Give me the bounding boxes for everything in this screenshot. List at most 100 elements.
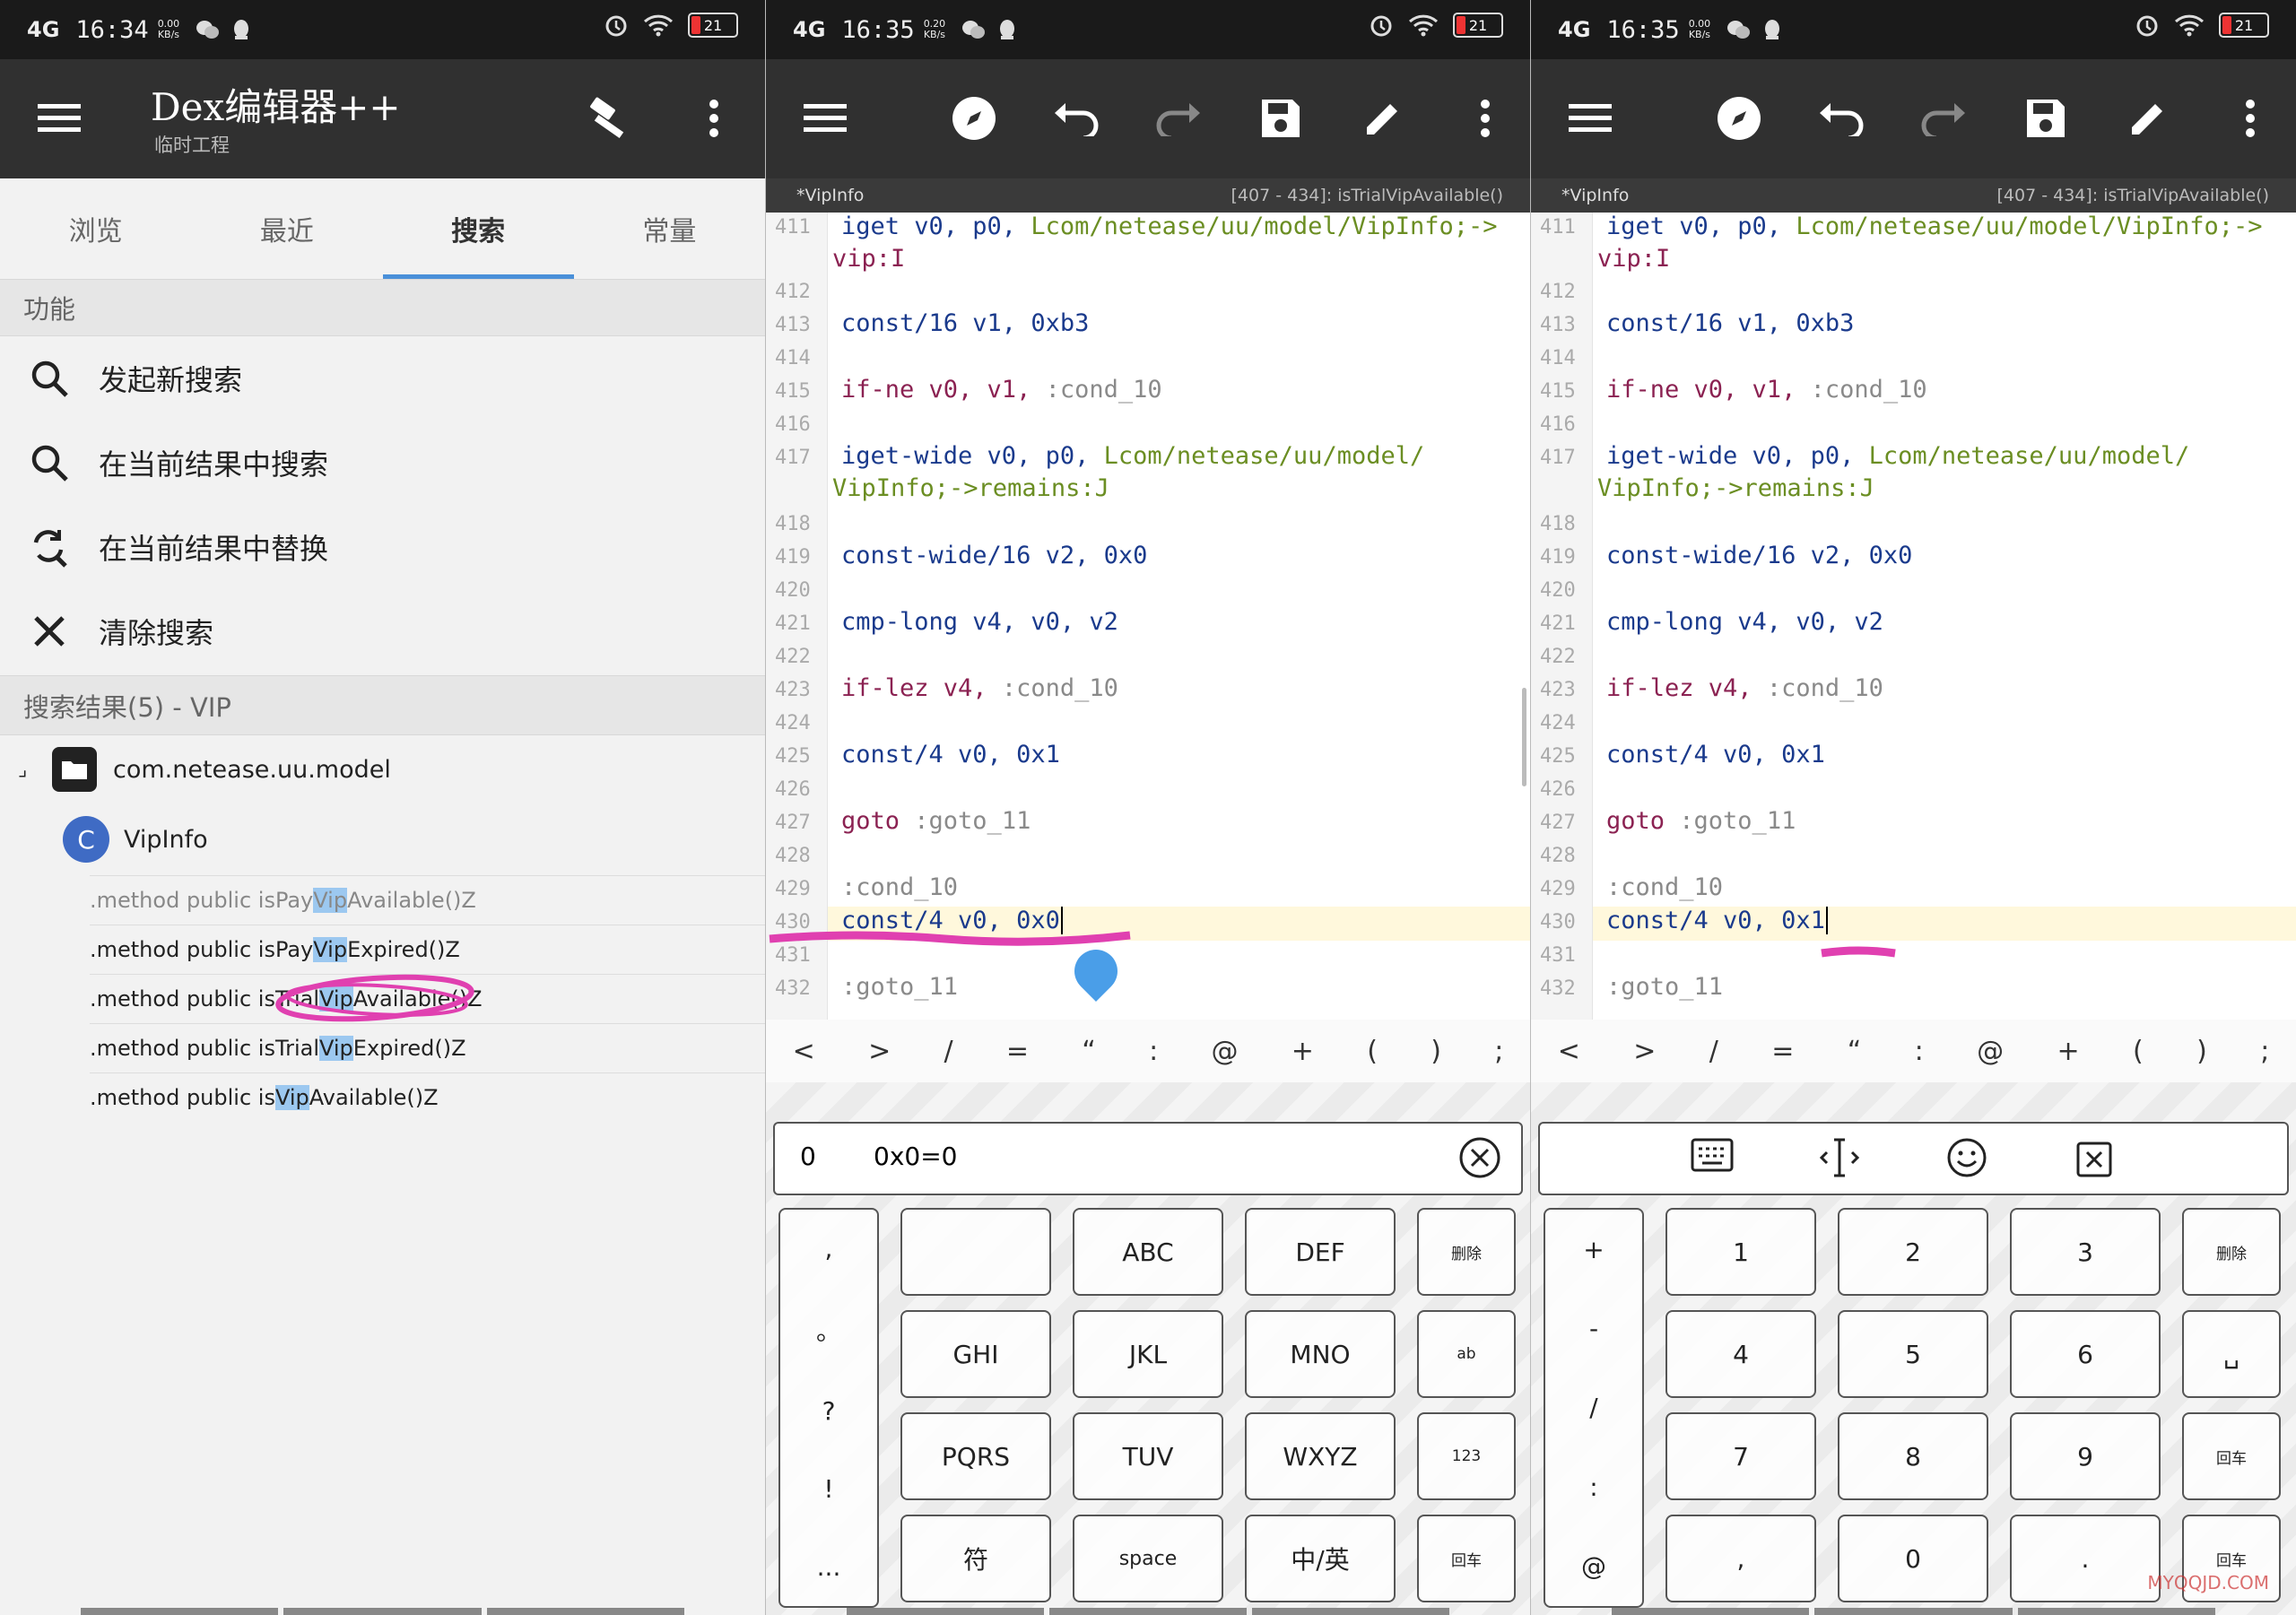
key-pqrs[interactable]: PQRS [900, 1412, 1051, 1500]
compass-icon[interactable] [1707, 86, 1771, 151]
symbol-key[interactable]: ( [1367, 1036, 1378, 1067]
search-in-results-item[interactable]: 在当前结果中搜索 [0, 421, 765, 505]
symbol-key[interactable]: > [868, 1036, 891, 1067]
key-2[interactable]: 2 [1838, 1208, 1988, 1296]
tab-browse[interactable]: 浏览 [0, 178, 191, 279]
edit-icon[interactable] [2116, 86, 2180, 151]
enter-key[interactable]: 回车 [1417, 1515, 1516, 1602]
symbol-key[interactable]: + [2057, 1036, 2080, 1067]
method-item[interactable]: .method public isPay Vip Expired()Z [90, 925, 765, 974]
key-6[interactable]: 6 [2010, 1310, 2161, 1398]
comma-key[interactable]: , [1665, 1515, 1816, 1602]
key-1[interactable] [900, 1208, 1051, 1296]
new-search-item[interactable]: 发起新搜索 [0, 336, 765, 421]
symbol-key[interactable]: ) [1431, 1036, 1441, 1067]
key-1[interactable]: 1 [1665, 1208, 1816, 1296]
symbol-key[interactable]: : [1915, 1036, 1924, 1067]
symbol-key[interactable]: > [1633, 1036, 1656, 1067]
symbol-key[interactable]: / [944, 1036, 952, 1067]
package-node[interactable]: ⌟ com.netease.uu.model [0, 735, 765, 803]
key-7[interactable]: 7 [1665, 1412, 1816, 1500]
delete-key[interactable]: 删除 [2182, 1208, 2281, 1296]
symbol-key[interactable]: ; [1494, 1036, 1503, 1067]
clear-search-item[interactable]: 清除搜索 [0, 589, 765, 673]
emoji-icon[interactable] [1945, 1136, 1988, 1179]
class-node[interactable]: C VipInfo [0, 803, 765, 875]
clear-candidate-icon[interactable] [1458, 1136, 1501, 1179]
symbol-key[interactable]: < [1558, 1036, 1580, 1067]
tab-recent[interactable]: 最近 [191, 178, 382, 279]
method-item[interactable]: .method public isPay Vip Available()Z [90, 875, 765, 925]
space-key[interactable]: space [1073, 1515, 1223, 1602]
code-editor[interactable]: 411 412 413 414 415 416 417 418 419 420 … [766, 213, 1530, 1020]
symbol-key[interactable]: = [1771, 1036, 1794, 1067]
symbol-key[interactable]: = [1006, 1036, 1029, 1067]
redo-icon[interactable] [1146, 86, 1211, 151]
method-item[interactable]: .method public is Vip Available()Z [90, 1072, 765, 1122]
key-mno[interactable]: MNO [1245, 1310, 1396, 1398]
key-3[interactable]: 3 [2010, 1208, 2161, 1296]
key-tuv[interactable]: TUV [1073, 1412, 1223, 1500]
symbol-key[interactable]: / [1709, 1036, 1718, 1067]
save-icon[interactable] [2013, 86, 2078, 151]
symbol-key[interactable]: ( [2133, 1036, 2144, 1067]
key-wxyz[interactable]: WXYZ [1245, 1412, 1396, 1500]
code-editor[interactable]: 411 412 413 414 415 416 417 418 419 420 … [1531, 213, 2296, 1020]
replace-icon [33, 530, 67, 568]
ab-key[interactable]: ab [1417, 1310, 1516, 1398]
more-icon[interactable] [682, 86, 746, 151]
enter-key[interactable]: 回车 [2182, 1412, 2281, 1500]
key-9[interactable]: 9 [2010, 1412, 2161, 1500]
candidate[interactable]: 0 [800, 1142, 816, 1171]
symbol-key[interactable]: < [793, 1036, 815, 1067]
keyboard-icon[interactable] [1691, 1138, 1734, 1174]
lang-toggle-key[interactable]: 中/英 [1245, 1515, 1396, 1602]
numeric-mode-key[interactable]: 123 [1417, 1412, 1516, 1500]
clipboard-icon[interactable] [2073, 1136, 2116, 1179]
candidate[interactable]: 0x0=0 [874, 1142, 957, 1171]
compass-icon[interactable] [942, 86, 1006, 151]
delete-key[interactable]: 删除 [1417, 1208, 1516, 1296]
tab-constants[interactable]: 常量 [574, 178, 765, 279]
key-def[interactable]: DEF [1245, 1208, 1396, 1296]
symbol-key[interactable]: + [1292, 1036, 1314, 1067]
operator-column[interactable]: + - /: @ [1544, 1208, 1644, 1608]
undo-icon[interactable] [1809, 86, 1874, 151]
symbol-key[interactable]: 符 [900, 1515, 1051, 1602]
symbol-key[interactable]: ) [2196, 1036, 2207, 1067]
text-cursor-handle[interactable] [1065, 941, 1126, 1002]
undo-icon[interactable] [1044, 86, 1109, 151]
punctuation-column[interactable]: ,。?!... [778, 1208, 879, 1608]
key-abc[interactable]: ABC [1073, 1208, 1223, 1296]
menu-icon[interactable] [1558, 86, 1622, 151]
key-4[interactable]: 4 [1665, 1310, 1816, 1398]
key-ghi[interactable]: GHI [900, 1310, 1051, 1398]
symbol-key[interactable]: “ [1848, 1036, 1862, 1067]
symbol-key[interactable]: “ [1082, 1036, 1096, 1067]
collapse-icon[interactable]: ⌟ [18, 759, 45, 781]
more-icon[interactable] [2218, 86, 2283, 151]
symbol-key[interactable]: ; [2260, 1036, 2269, 1067]
dot-key[interactable]: . [2010, 1515, 2161, 1602]
edited-code-line[interactable]: const/4 v0, 0x1 [1606, 907, 1828, 934]
symbol-key[interactable]: @ [1212, 1036, 1239, 1067]
key-5[interactable]: 5 [1838, 1310, 1988, 1398]
key-0[interactable]: 0 [1838, 1515, 1988, 1602]
cursor-move-icon[interactable] [1818, 1136, 1861, 1179]
space-key[interactable]: ␣ [2182, 1310, 2281, 1398]
edit-icon[interactable] [1351, 86, 1415, 151]
symbol-key[interactable]: : [1149, 1036, 1158, 1067]
class-icon: C [63, 816, 109, 863]
symbol-key[interactable]: @ [1977, 1036, 2004, 1067]
tab-search[interactable]: 搜索 [382, 178, 575, 279]
hammer-icon[interactable] [578, 86, 643, 151]
scrollbar[interactable] [1522, 688, 1526, 786]
menu-icon[interactable] [793, 86, 857, 151]
redo-icon[interactable] [1911, 86, 1976, 151]
menu-icon[interactable] [27, 86, 91, 151]
more-icon[interactable] [1453, 86, 1518, 151]
key-jkl[interactable]: JKL [1073, 1310, 1223, 1398]
save-icon[interactable] [1248, 86, 1313, 151]
replace-in-results-item[interactable]: 在当前结果中替换 [0, 505, 765, 589]
key-8[interactable]: 8 [1838, 1412, 1988, 1500]
